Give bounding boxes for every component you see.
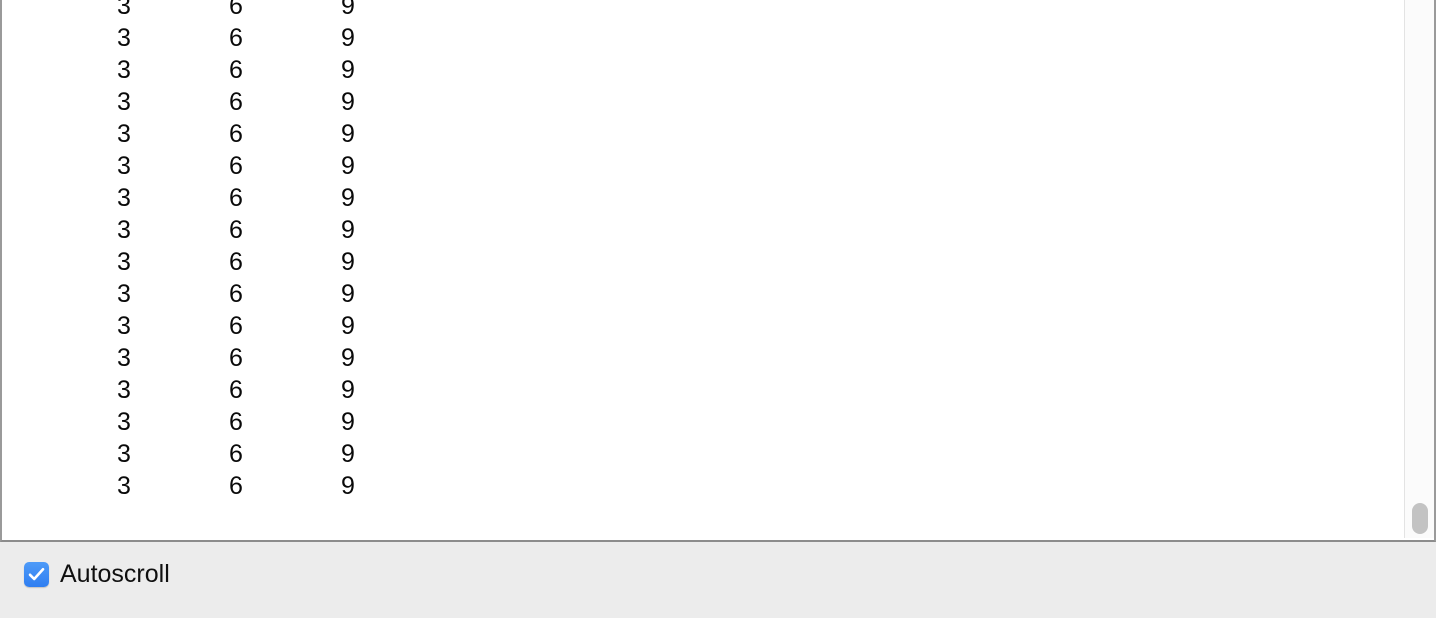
checkmark-icon — [28, 567, 45, 581]
output-value: 9 — [341, 344, 355, 372]
output-line: 3 6 9 — [2, 22, 1404, 54]
output-value: 3 — [117, 344, 131, 372]
output-value: 9 — [341, 120, 355, 148]
output-value: 6 — [229, 280, 243, 308]
vertical-scrollbar-thumb[interactable] — [1412, 503, 1428, 534]
output-line: 3 6 9 — [2, 246, 1404, 278]
output-value: 9 — [341, 408, 355, 436]
output-value: 9 — [341, 376, 355, 404]
output-value: 9 — [341, 24, 355, 52]
output-value: 9 — [341, 184, 355, 212]
output-value: 3 — [117, 408, 131, 436]
output-value: 6 — [229, 152, 243, 180]
output-value: 3 — [117, 376, 131, 404]
output-value: 9 — [341, 56, 355, 84]
output-value: 6 — [229, 408, 243, 436]
output-line: 3 6 9 — [2, 342, 1404, 374]
output-line: 3 6 9 — [2, 278, 1404, 310]
output-value: 9 — [341, 440, 355, 468]
output-value: 3 — [117, 248, 131, 276]
output-value: 6 — [229, 56, 243, 84]
output-value: 6 — [229, 376, 243, 404]
output-value: 9 — [341, 280, 355, 308]
output-value: 9 — [341, 312, 355, 340]
output-value: 9 — [341, 0, 355, 20]
output-value: 6 — [229, 216, 243, 244]
autoscroll-label: Autoscroll — [60, 560, 170, 588]
output-value: 6 — [229, 88, 243, 116]
output-value: 3 — [117, 440, 131, 468]
output-value: 6 — [229, 344, 243, 372]
output-value: 3 — [117, 184, 131, 212]
output-line: 3 6 9 — [2, 0, 1404, 22]
output-value: 3 — [117, 312, 131, 340]
footer-toolbar: Autoscroll No line ending 9600 baud Clea… — [0, 542, 1436, 618]
output-line: 3 6 9 — [2, 86, 1404, 118]
output-value: 3 — [117, 24, 131, 52]
output-line: 3 6 9 — [2, 150, 1404, 182]
output-value: 6 — [229, 440, 243, 468]
output-line: 3 6 9 — [2, 54, 1404, 86]
output-value: 9 — [341, 152, 355, 180]
output-line: 3 6 9 — [2, 406, 1404, 438]
output-value: 3 — [117, 152, 131, 180]
output-value: 3 — [117, 472, 131, 500]
output-value: 6 — [229, 120, 243, 148]
serial-output-panel[interactable]: 3693693693693693693693693693693693693693… — [0, 0, 1436, 542]
autoscroll-control[interactable]: Autoscroll — [24, 562, 170, 587]
output-value: 3 — [117, 0, 131, 20]
output-value: 9 — [341, 472, 355, 500]
serial-monitor-window: 3693693693693693693693693693693693693693… — [0, 0, 1436, 618]
output-line: 3 6 9 — [2, 214, 1404, 246]
output-value: 9 — [341, 216, 355, 244]
output-line: 3 6 9 — [2, 310, 1404, 342]
output-value: 6 — [229, 472, 243, 500]
output-value: 6 — [229, 184, 243, 212]
output-value: 3 — [117, 88, 131, 116]
output-value: 3 — [117, 120, 131, 148]
autoscroll-checkbox[interactable] — [24, 562, 49, 587]
serial-output-text[interactable]: 3693693693693693693693693693693693693693… — [2, 0, 1404, 532]
output-value: 3 — [117, 56, 131, 84]
output-line: 3 6 9 — [2, 374, 1404, 406]
output-line: 3 6 9 — [2, 438, 1404, 470]
output-line: 3 6 9 — [2, 470, 1404, 502]
output-line: 3 6 9 — [2, 182, 1404, 214]
output-value: 9 — [341, 88, 355, 116]
output-value: 6 — [229, 0, 243, 20]
output-value: 6 — [229, 312, 243, 340]
output-value: 3 — [117, 280, 131, 308]
output-line: 3 6 9 — [2, 118, 1404, 150]
output-value: 6 — [229, 248, 243, 276]
vertical-scrollbar[interactable] — [1404, 0, 1434, 538]
output-value: 3 — [117, 216, 131, 244]
output-value: 9 — [341, 248, 355, 276]
output-value: 6 — [229, 24, 243, 52]
